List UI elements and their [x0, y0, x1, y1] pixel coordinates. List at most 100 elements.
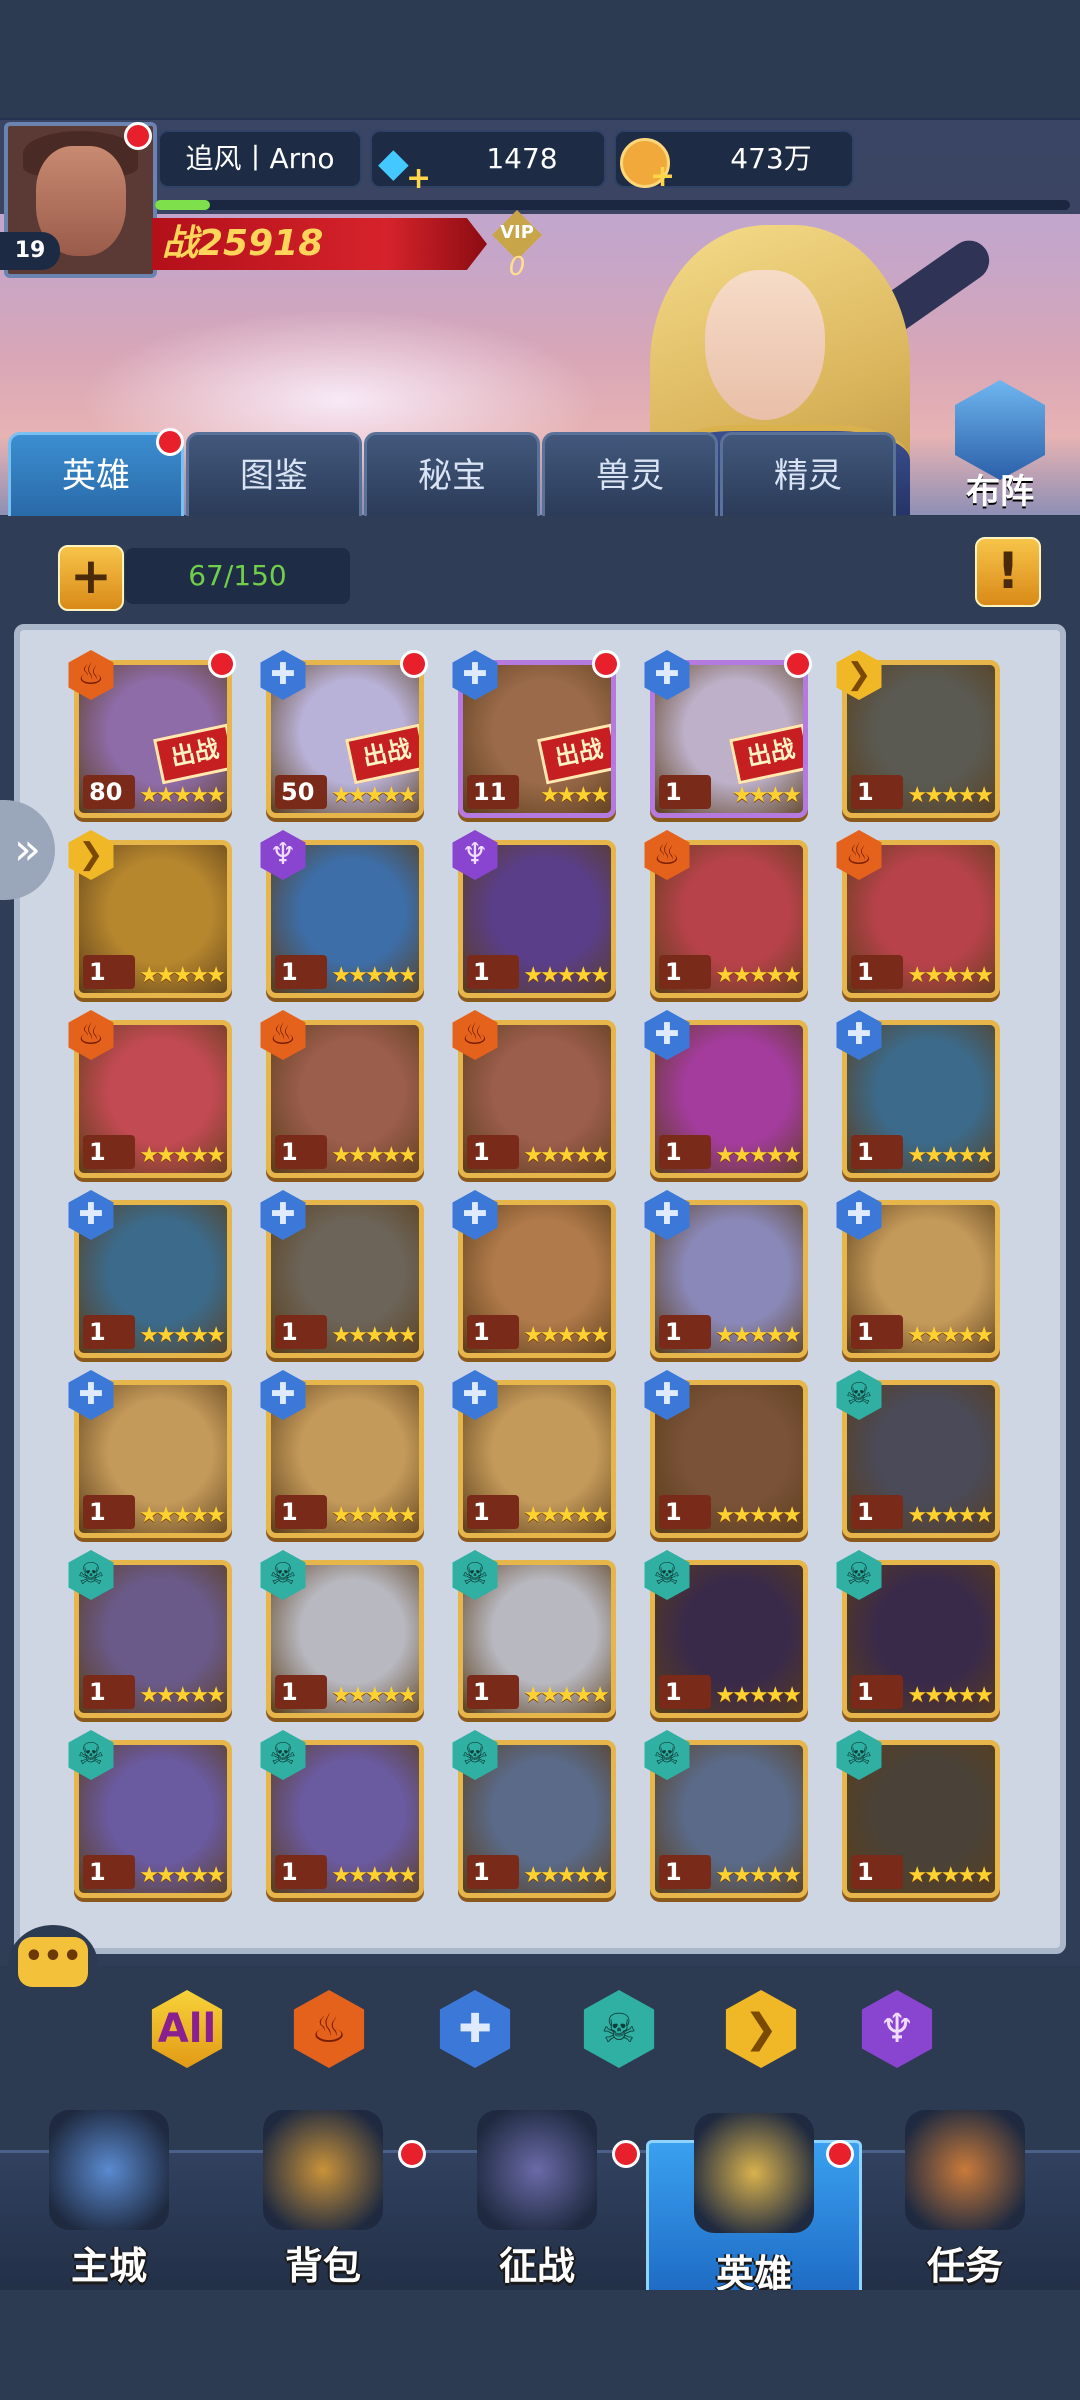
hero-stars: ★★★★★ — [523, 1683, 610, 1708]
hero-level: 1 — [83, 1135, 135, 1169]
gold-counter[interactable]: + 473万 — [614, 130, 854, 194]
tab-4[interactable]: 精灵 — [720, 432, 896, 517]
hero-reddot — [592, 650, 620, 678]
hero-level: 1 — [659, 1135, 711, 1169]
nav-reddot — [826, 2140, 854, 2168]
hero-level: 1 — [275, 1675, 327, 1709]
hero-level: 1 — [659, 1315, 711, 1349]
hero-level: 1 — [851, 1855, 903, 1889]
hero-stars: ★★★★★ — [331, 783, 418, 808]
hero-stars: ★★★★★ — [523, 963, 610, 988]
tab-3[interactable]: 兽灵 — [542, 432, 718, 517]
player-level: 19 — [0, 232, 60, 270]
hero-level: 1 — [851, 955, 903, 989]
hero-stars: ★★★★ — [732, 783, 802, 808]
hero-level: 1 — [467, 1855, 519, 1889]
nav-reddot — [398, 2140, 426, 2168]
nav-label: 任务 — [926, 2244, 1003, 2288]
filter-all-button[interactable]: All — [151, 1990, 223, 2068]
hero-level: 1 — [275, 1315, 327, 1349]
hero-stars: ★★★★★ — [139, 963, 226, 988]
diamond-counter[interactable]: ◆ + 1478 — [370, 130, 606, 196]
combat-power: 战25918 — [152, 218, 487, 270]
nav-icon-2 — [477, 2110, 597, 2230]
filter-light-icon[interactable]: ❯ — [725, 1990, 797, 2068]
hero-level: 1 — [659, 775, 711, 809]
info-button[interactable]: ! — [975, 537, 1041, 607]
add-gold-icon[interactable]: + — [650, 150, 675, 204]
hero-stars: ★★★★★ — [139, 1503, 226, 1528]
formation-button[interactable]: 布阵 — [940, 380, 1060, 512]
hero-level: 1 — [83, 1675, 135, 1709]
xp-bar — [155, 200, 1070, 210]
tab-reddot — [156, 428, 184, 456]
hero-level: 1 — [275, 1135, 327, 1169]
nav-item-1[interactable]: 背包 — [218, 2110, 428, 2290]
nav-icon-3 — [694, 2113, 814, 2233]
hero-level: 1 — [83, 1315, 135, 1349]
nav-label: 背包 — [284, 2244, 361, 2288]
hero-stars: ★★★★★ — [139, 1683, 226, 1708]
nav-icon-1 — [263, 2110, 383, 2230]
nav-icon-4 — [905, 2110, 1025, 2230]
nav-item-2[interactable]: 征战 — [432, 2110, 642, 2290]
vip-badge[interactable]: VIP 0 — [486, 210, 548, 282]
hero-stars: ★★★★★ — [331, 1503, 418, 1528]
hero-grid[interactable]: 80 ★★★★★ 出战 ♨ 50 ★★★★★ 出战 ✚ 11 ★★★★ 出战 ✚ 1 ★★★★ 出战 ✚ 1 ★★… — [14, 624, 1066, 1954]
hero-reddot — [400, 650, 428, 678]
hero-stars: ★★★★★ — [331, 1683, 418, 1708]
hero-stars: ★★★★★ — [139, 1863, 226, 1888]
hero-level: 1 — [659, 1495, 711, 1529]
hero-stars: ★★★★★ — [331, 1323, 418, 1348]
hero-stars: ★★★★★ — [523, 1143, 610, 1168]
hero-level: 1 — [467, 1675, 519, 1709]
hero-stars: ★★★★★ — [523, 1863, 610, 1888]
expand-capacity-button[interactable]: + — [58, 545, 124, 611]
hero-level: 1 — [659, 955, 711, 989]
hero-stars: ★★★★★ — [907, 1863, 994, 1888]
hero-stars: ★★★★★ — [139, 1143, 226, 1168]
hero-level: 1 — [467, 1495, 519, 1529]
hero-stars: ★★★★★ — [907, 1143, 994, 1168]
formation-label: 布阵 — [966, 472, 1034, 512]
hero-level: 50 — [275, 775, 327, 809]
hero-stars: ★★★★★ — [715, 1863, 802, 1888]
tab-1[interactable]: 图鉴 — [186, 432, 362, 517]
hero-level: 1 — [659, 1675, 711, 1709]
filter-water-icon[interactable]: ✚ — [439, 1990, 511, 2068]
hero-stars: ★★★★★ — [139, 783, 226, 808]
filter-fire-icon[interactable]: ♨ — [293, 1990, 365, 2068]
hero-capacity: 67/150 — [125, 548, 350, 604]
hero-level: 1 — [83, 1855, 135, 1889]
avatar-reddot — [124, 122, 152, 150]
hero-level: 1 — [659, 1855, 711, 1889]
hero-stars: ★★★★★ — [331, 1863, 418, 1888]
player-name[interactable]: 追风丨Arno — [158, 130, 362, 188]
chat-button[interactable]: ••• — [8, 1925, 98, 2005]
hero-stars: ★★★★★ — [907, 1323, 994, 1348]
hero-level: 1 — [467, 1135, 519, 1169]
hero-stars: ★★★★★ — [907, 1683, 994, 1708]
hero-level: 1 — [851, 1495, 903, 1529]
nav-icon-0 — [49, 2110, 169, 2230]
chat-icon: ••• — [18, 1937, 88, 1987]
diamond-icon: ◆ — [378, 140, 409, 186]
hero-stars: ★★★★★ — [715, 963, 802, 988]
hero-stars: ★★★★ — [540, 783, 610, 808]
hero-level: 1 — [83, 955, 135, 989]
nav-item-0[interactable]: 主城 — [4, 2110, 214, 2290]
hero-stars: ★★★★★ — [907, 1503, 994, 1528]
filter-dark-icon[interactable]: ♆ — [861, 1990, 933, 2068]
nav-item-4[interactable]: 任务 — [860, 2110, 1070, 2290]
nav-label: 征战 — [498, 2244, 575, 2288]
diamond-value: 1478 — [486, 142, 558, 175]
filter-skull-icon[interactable]: ☠ — [583, 1990, 655, 2068]
hero-stars: ★★★★★ — [715, 1143, 802, 1168]
hero-stars: ★★★★★ — [715, 1323, 802, 1348]
nav-label: 主城 — [70, 2244, 147, 2288]
nav-reddot — [612, 2140, 640, 2168]
hero-stars: ★★★★★ — [331, 963, 418, 988]
tab-2[interactable]: 秘宝 — [364, 432, 540, 517]
add-diamond-icon[interactable]: + — [406, 152, 431, 206]
hero-level: 1 — [83, 1495, 135, 1529]
